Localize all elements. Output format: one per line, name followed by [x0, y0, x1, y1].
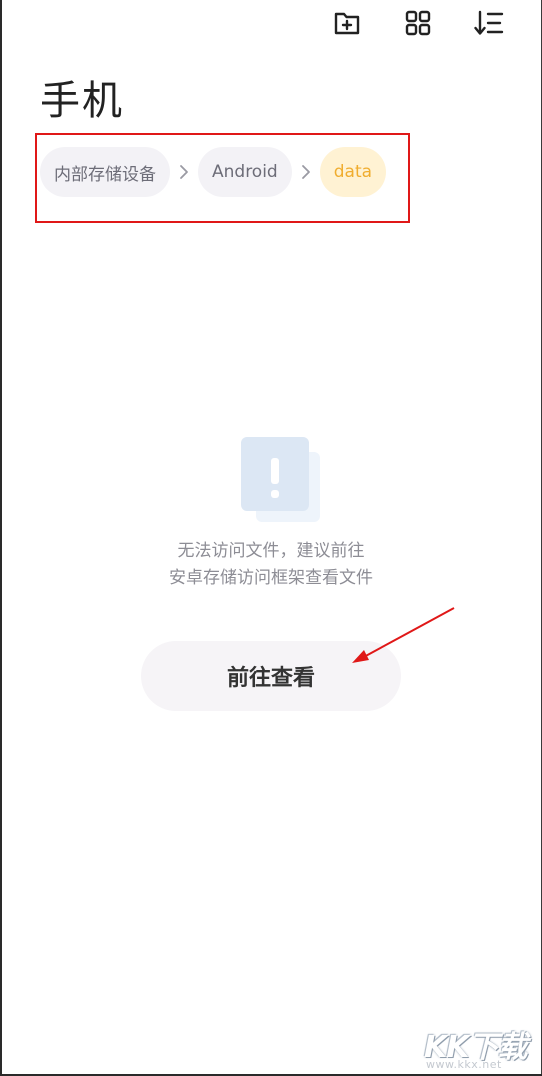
breadcrumb: 内部存储设备 Android data [40, 147, 387, 197]
message-line-2: 安卓存储访问框架查看文件 [169, 568, 373, 588]
new-folder-button[interactable] [330, 6, 364, 40]
message-line-1: 无法访问文件，建议前往 [177, 541, 365, 561]
top-toolbar [0, 0, 542, 46]
grid-view-icon [405, 10, 431, 36]
breadcrumb-label: 内部存储设备 [54, 164, 156, 185]
watermark: KK下载 www.kkx.net [420, 1022, 538, 1072]
warning-document-icon [240, 436, 322, 524]
watermark-url: www.kkx.net [426, 1058, 502, 1071]
empty-state-message: 无法访问文件，建议前往 安卓存储访问框架查看文件 [0, 538, 542, 592]
breadcrumb-item-internal-storage[interactable]: 内部存储设备 [40, 147, 170, 197]
new-folder-icon [334, 12, 360, 35]
page-title: 手机 [40, 78, 124, 124]
sort-icon [474, 10, 504, 35]
grid-view-button[interactable] [401, 6, 435, 40]
chevron-right-icon [170, 164, 198, 180]
annotation-arrow [352, 607, 455, 663]
breadcrumb-item-data[interactable]: data [319, 147, 387, 197]
chevron-right-icon [292, 164, 320, 180]
breadcrumb-item-android[interactable]: Android [198, 147, 292, 197]
breadcrumb-label: Android [212, 162, 278, 182]
breadcrumb-label: data [333, 162, 373, 182]
sort-button[interactable] [472, 6, 506, 40]
